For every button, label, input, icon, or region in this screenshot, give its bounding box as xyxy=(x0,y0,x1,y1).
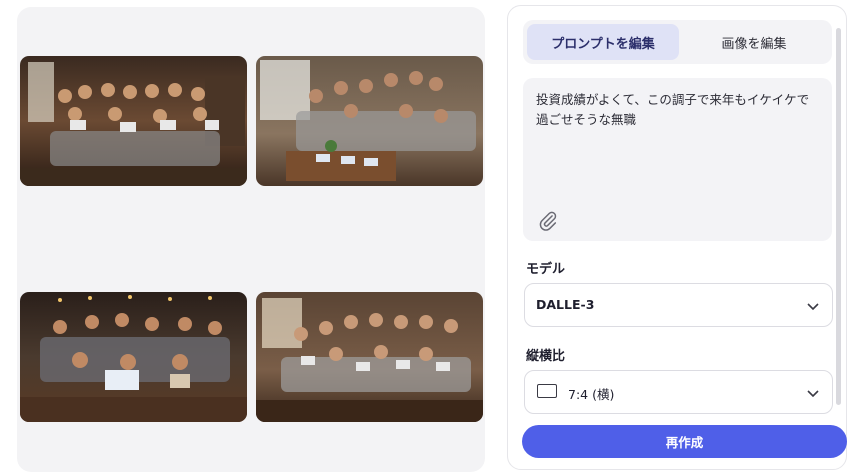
aspect-ratio-label: 縦横比 xyxy=(526,349,566,364)
aspect-ratio-value: 7:4 (横) xyxy=(568,387,615,402)
tab-edit-image[interactable]: 画像を編集 xyxy=(678,24,830,60)
generated-image-3[interactable] xyxy=(20,292,247,422)
edit-mode-tabs: プロンプトを編集 画像を編集 xyxy=(523,20,832,64)
image-gallery xyxy=(17,7,485,472)
tab-edit-image-label: 画像を編集 xyxy=(721,36,787,52)
tab-edit-prompt[interactable]: プロンプトを編集 xyxy=(527,24,679,60)
prompt-editor-panel: プロンプトを編集 画像を編集 投資成績がよくて、この調子で来年もイケイケで過ごせ… xyxy=(507,5,847,470)
scrollbar[interactable] xyxy=(836,28,841,405)
paperclip-icon[interactable] xyxy=(537,209,559,231)
aspect-ratio-select[interactable]: 7:4 (横) xyxy=(524,370,833,414)
landscape-ratio-icon xyxy=(537,384,557,398)
tab-edit-prompt-label: プロンプトを編集 xyxy=(551,36,655,52)
prompt-textarea[interactable]: 投資成績がよくて、この調子で来年もイケイケで過ごせそうな無職 xyxy=(523,78,832,241)
model-select-value: DALLE-3 xyxy=(536,297,595,312)
model-select[interactable]: DALLE-3 xyxy=(524,283,833,327)
chevron-down-icon xyxy=(807,390,819,398)
model-label: モデル xyxy=(526,262,566,277)
regenerate-button-label: 再作成 xyxy=(665,435,704,450)
generated-image-1[interactable] xyxy=(20,56,247,186)
regenerate-button[interactable]: 再作成 xyxy=(522,425,847,458)
generated-image-2[interactable] xyxy=(256,56,483,186)
prompt-text[interactable]: 投資成績がよくて、この調子で来年もイケイケで過ごせそうな無職 xyxy=(536,90,821,130)
chevron-down-icon xyxy=(807,303,819,311)
generated-image-4[interactable] xyxy=(256,292,483,422)
